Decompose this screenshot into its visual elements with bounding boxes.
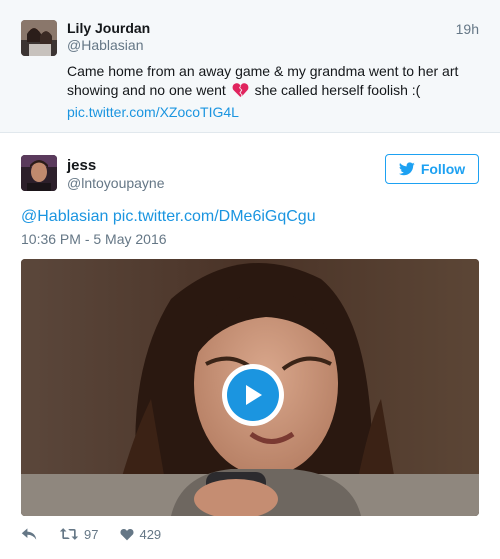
mention-link[interactable]: @Hablasian — [21, 208, 108, 225]
parent-handle[interactable]: @Hablasian — [67, 37, 143, 53]
broken-heart-icon — [232, 82, 249, 103]
like-button[interactable]: 429 — [120, 527, 161, 542]
retweet-button[interactable]: 97 — [59, 527, 98, 542]
parent-display-name[interactable]: Lily Jourdan — [67, 20, 150, 36]
parent-pic-link[interactable]: pic.twitter.com/XZocoTIG4L — [67, 104, 239, 120]
parent-text-after: she called herself foolish :( — [254, 82, 421, 98]
follow-label: Follow — [420, 161, 466, 177]
heart-icon — [120, 528, 134, 540]
parent-tweet[interactable]: Lily Jourdan @Hablasian 19h Came home fr… — [0, 0, 500, 133]
tweet-timestamp[interactable]: 10:36 PM - 5 May 2016 — [21, 231, 167, 247]
retweet-icon — [59, 528, 79, 540]
retweet-count: 97 — [84, 526, 99, 542]
twitter-bird-icon — [398, 162, 415, 176]
reply-button[interactable] — [21, 527, 37, 541]
video-player[interactable] — [21, 259, 479, 516]
play-icon — [246, 385, 262, 405]
reply-icon — [21, 528, 37, 540]
main-tweet-text: @Hablasian pic.twitter.com/DMe6iGqCgu — [21, 207, 316, 227]
main-handle[interactable]: @lntoyoupayne — [67, 175, 165, 191]
follow-button[interactable]: Follow — [385, 154, 479, 184]
main-tweet: jess @lntoyoupayne Follow @Hablasian pic… — [0, 134, 500, 559]
parent-tweet-text: Came home from an away game & my grandma… — [67, 62, 477, 122]
tweet-actions: 97 429 — [21, 523, 161, 545]
parent-time-ago[interactable]: 19h — [456, 21, 479, 37]
like-count: 429 — [139, 526, 162, 542]
main-avatar[interactable] — [21, 155, 57, 191]
main-pic-link[interactable]: pic.twitter.com/DMe6iGqCgu — [113, 208, 316, 225]
play-button[interactable] — [222, 364, 284, 426]
parent-avatar[interactable] — [21, 20, 57, 56]
main-display-name[interactable]: jess — [67, 157, 96, 174]
